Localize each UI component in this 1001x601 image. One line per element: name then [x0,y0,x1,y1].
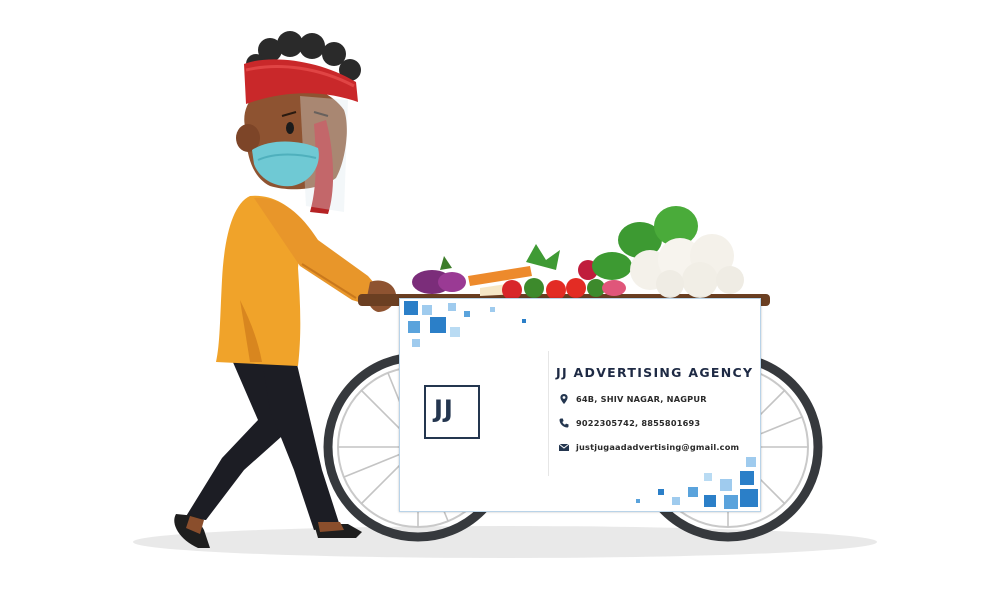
decor-square [724,495,738,509]
decor-square [720,479,732,491]
decor-square [490,307,495,312]
envelope-icon [558,443,570,451]
address-text: 64B, SHIV NAGAR, NAGPUR [576,394,707,404]
vendor-body [216,195,380,366]
phone-text: 9022305742, 8855801693 [576,418,701,428]
business-card: JJ JJ ADVERTISING AGENCY 64B, SHIV NAGAR… [399,298,761,512]
decor-square [672,497,680,505]
decor-square [464,311,470,317]
agency-name: JJ ADVERTISING AGENCY [556,365,754,380]
phone-row: 9022305742, 8855801693 [558,416,700,430]
card-divider [548,351,549,476]
decor-square [404,301,418,315]
logo-text: JJ [434,395,454,423]
decor-square [740,489,758,507]
vendor-head [236,31,361,214]
email-row: justjugaadadvertising@gmail.com [558,440,739,454]
decor-square [688,487,698,497]
decor-square [422,305,432,315]
decor-square [704,495,716,507]
decor-square [746,457,756,467]
decor-square [740,471,754,485]
decor-square [704,473,712,481]
decor-square [522,319,526,323]
decor-square [448,303,456,311]
decor-square [450,327,460,337]
phone-icon [559,418,569,428]
email-text: justjugaadadvertising@gmail.com [576,442,740,452]
address-row: 64B, SHIV NAGAR, NAGPUR [558,392,707,406]
decor-square [412,339,420,347]
decor-square [636,499,640,503]
decor-square [408,321,420,333]
decor-square [658,489,664,495]
location-pin-icon [560,394,568,404]
decor-square [430,317,446,333]
vendor-legs [174,360,362,548]
vegetables [412,206,744,300]
